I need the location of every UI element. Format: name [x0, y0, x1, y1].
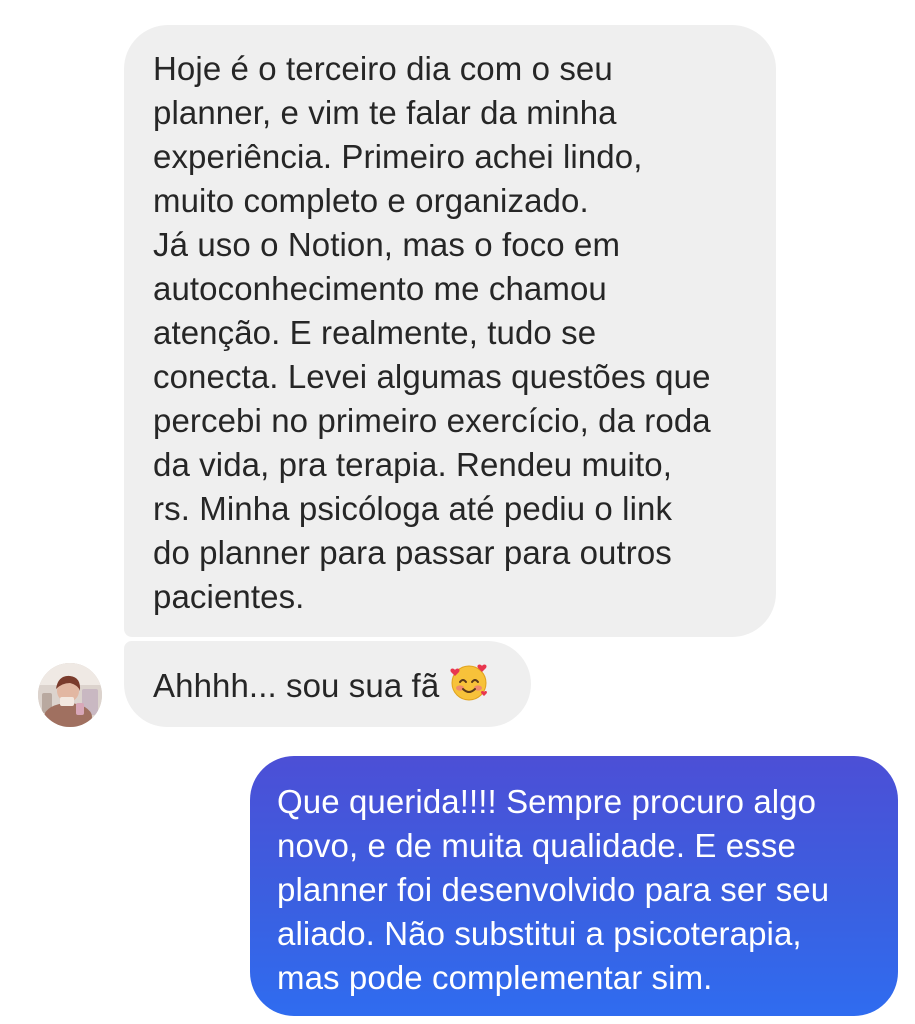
message-line: planner, e vim te falar da minha: [153, 94, 617, 131]
message-line: conecta. Levei algumas questões que: [153, 358, 711, 395]
message-line: aliado. Não substitui a psicoterapia,: [277, 915, 802, 952]
message-line: pacientes.: [153, 578, 305, 615]
message-line: autoconhecimento me chamou: [153, 270, 607, 307]
received-message-bubble[interactable]: Ahhhh... sou sua fã: [124, 641, 531, 727]
message-line: novo, e de muita qualidade. E esse: [277, 827, 796, 864]
message-line: muito completo e organizado.: [153, 182, 589, 219]
message-line: experiência. Primeiro achei lindo,: [153, 138, 643, 175]
message-line: do planner para passar para outros: [153, 534, 672, 571]
received-message-bubble[interactable]: Hoje é o terceiro dia com o seu planner,…: [124, 25, 776, 637]
message-line: percebi no primeiro exercício, da roda: [153, 402, 711, 439]
message-line: Hoje é o terceiro dia com o seu: [153, 50, 613, 87]
message-line: Já uso o Notion, mas o foco em: [153, 226, 621, 263]
message-line: mas pode complementar sim.: [277, 959, 713, 996]
message-text: Ahhhh... sou sua fã: [153, 667, 440, 704]
message-line: Que querida!!!! Sempre procuro algo: [277, 783, 817, 820]
sent-message-bubble[interactable]: Que querida!!!! Sempre procuro algo novo…: [250, 756, 898, 1016]
message-line: planner foi desenvolvido para ser seu: [277, 871, 830, 908]
message-line: atenção. E realmente, tudo se: [153, 314, 597, 351]
smiling-face-with-hearts-icon: [449, 662, 489, 702]
message-line: da vida, pra terapia. Rendeu muito,: [153, 446, 672, 483]
chat-thread: Hoje é o terceiro dia com o seu planner,…: [0, 0, 915, 1024]
sender-avatar[interactable]: [38, 663, 102, 727]
message-line: rs. Minha psicóloga até pediu o link: [153, 490, 673, 527]
avatar-photo: [38, 663, 102, 727]
